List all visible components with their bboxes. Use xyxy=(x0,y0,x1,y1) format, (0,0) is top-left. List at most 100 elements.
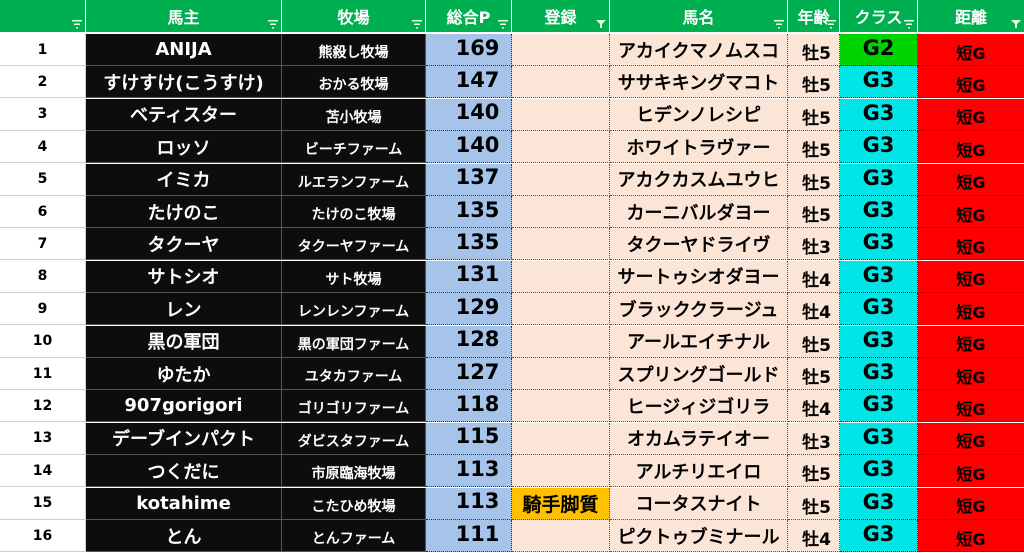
cell-farm[interactable]: ルエランファーム xyxy=(282,163,426,196)
cell-total-points[interactable]: 140 xyxy=(426,131,512,164)
cell-registration[interactable] xyxy=(512,163,610,196)
cell-registration[interactable] xyxy=(512,228,610,261)
cell-owner[interactable]: タクーヤ xyxy=(86,228,282,261)
cell-horse-name[interactable]: ブラッククラージュ xyxy=(610,293,788,326)
cell-horse-name[interactable]: カーニバルダヨー xyxy=(610,196,788,228)
cell-owner[interactable]: たけのこ xyxy=(86,196,282,228)
cell-owner[interactable]: サトシオ xyxy=(86,260,282,293)
cell-horse-name[interactable]: スプリングゴールド xyxy=(610,358,788,390)
cell-farm[interactable]: 市原臨海牧場 xyxy=(282,455,426,488)
cell-distance[interactable]: 短G xyxy=(918,390,1024,423)
cell-horse-name[interactable]: オカムラテイオー xyxy=(610,422,788,455)
cell-class[interactable]: G3 xyxy=(840,422,918,455)
cell-registration[interactable] xyxy=(512,422,610,455)
cell-class[interactable]: G3 xyxy=(840,260,918,293)
cell-distance[interactable]: 短G xyxy=(918,325,1024,358)
cell-farm[interactable]: ユタカファーム xyxy=(282,358,426,390)
cell-class[interactable]: G3 xyxy=(840,390,918,423)
cell-horse-name[interactable]: ヒージィジゴリラ xyxy=(610,390,788,423)
column-header-registration[interactable]: 登録 xyxy=(512,0,610,32)
cell-registration[interactable] xyxy=(512,260,610,293)
cell-distance[interactable]: 短G xyxy=(918,455,1024,488)
column-header-row-number[interactable] xyxy=(0,0,86,32)
cell-farm[interactable]: 熊殺し牧場 xyxy=(282,34,426,66)
cell-registration[interactable]: 騎手脚質 xyxy=(512,487,610,520)
cell-class[interactable]: G3 xyxy=(840,325,918,358)
cell-age[interactable]: 牡5 xyxy=(788,455,840,488)
cell-horse-name[interactable]: アカイクマノムスコ xyxy=(610,34,788,66)
cell-horse-name[interactable]: ピクトゥブミナール xyxy=(610,520,788,552)
cell-age[interactable]: 牡3 xyxy=(788,228,840,261)
filter-dropdown-icon[interactable] xyxy=(72,19,82,29)
cell-age[interactable]: 牡5 xyxy=(788,34,840,66)
cell-owner[interactable]: ゆたか xyxy=(86,358,282,390)
cell-total-points[interactable]: 135 xyxy=(426,228,512,261)
cell-distance[interactable]: 短G xyxy=(918,422,1024,455)
filter-active-icon[interactable] xyxy=(1011,19,1021,29)
cell-row-number[interactable]: 4 xyxy=(0,131,86,164)
cell-total-points[interactable]: 129 xyxy=(426,293,512,326)
cell-horse-name[interactable]: コータスナイト xyxy=(610,487,788,520)
cell-owner[interactable]: とん xyxy=(86,520,282,552)
column-header-class[interactable]: クラス xyxy=(840,0,918,32)
cell-row-number[interactable]: 13 xyxy=(0,422,86,455)
cell-owner[interactable]: ロッソ xyxy=(86,131,282,164)
cell-registration[interactable] xyxy=(512,131,610,164)
cell-farm[interactable]: サト牧場 xyxy=(282,260,426,293)
cell-distance[interactable]: 短G xyxy=(918,131,1024,164)
cell-total-points[interactable]: 137 xyxy=(426,163,512,196)
cell-class[interactable]: G3 xyxy=(840,131,918,164)
cell-owner[interactable]: 黒の軍団 xyxy=(86,325,282,358)
filter-dropdown-icon[interactable] xyxy=(268,19,278,29)
cell-distance[interactable]: 短G xyxy=(918,293,1024,326)
cell-row-number[interactable]: 11 xyxy=(0,358,86,390)
cell-registration[interactable] xyxy=(512,34,610,66)
cell-total-points[interactable]: 118 xyxy=(426,390,512,423)
cell-owner[interactable]: ベティスター xyxy=(86,98,282,131)
cell-total-points[interactable]: 140 xyxy=(426,98,512,131)
cell-age[interactable]: 牡5 xyxy=(788,325,840,358)
cell-farm[interactable]: ダビスタファーム xyxy=(282,422,426,455)
cell-age[interactable]: 牡5 xyxy=(788,98,840,131)
filter-dropdown-icon[interactable] xyxy=(498,19,508,29)
cell-age[interactable]: 牡4 xyxy=(788,293,840,326)
cell-registration[interactable] xyxy=(512,293,610,326)
filter-dropdown-icon[interactable] xyxy=(774,19,784,29)
cell-row-number[interactable]: 16 xyxy=(0,520,86,552)
cell-farm[interactable]: 苫小牧場 xyxy=(282,98,426,131)
cell-registration[interactable] xyxy=(512,358,610,390)
cell-farm[interactable]: レンレンファーム xyxy=(282,293,426,326)
cell-horse-name[interactable]: ホワイトラヴァー xyxy=(610,131,788,164)
cell-owner[interactable]: すけすけ(こうすけ) xyxy=(86,66,282,99)
cell-owner[interactable]: レン xyxy=(86,293,282,326)
column-header-distance[interactable]: 距離 xyxy=(918,0,1024,32)
cell-total-points[interactable]: 111 xyxy=(426,520,512,552)
cell-farm[interactable]: ゴリゴリファーム xyxy=(282,390,426,423)
cell-row-number[interactable]: 10 xyxy=(0,325,86,358)
cell-distance[interactable]: 短G xyxy=(918,487,1024,520)
cell-owner[interactable]: つくだに xyxy=(86,455,282,488)
cell-age[interactable]: 牡3 xyxy=(788,422,840,455)
cell-total-points[interactable]: 147 xyxy=(426,66,512,99)
cell-total-points[interactable]: 127 xyxy=(426,358,512,390)
cell-distance[interactable]: 短G xyxy=(918,66,1024,99)
cell-registration[interactable] xyxy=(512,66,610,99)
cell-age[interactable]: 牡4 xyxy=(788,260,840,293)
cell-owner[interactable]: kotahime xyxy=(86,487,282,520)
cell-row-number[interactable]: 15 xyxy=(0,487,86,520)
cell-owner[interactable]: ANIJA xyxy=(86,34,282,66)
cell-row-number[interactable]: 12 xyxy=(0,390,86,423)
cell-class[interactable]: G3 xyxy=(840,358,918,390)
cell-farm[interactable]: ビーチファーム xyxy=(282,131,426,164)
cell-age[interactable]: 牡5 xyxy=(788,131,840,164)
cell-registration[interactable] xyxy=(512,196,610,228)
cell-class[interactable]: G3 xyxy=(840,487,918,520)
cell-registration[interactable] xyxy=(512,98,610,131)
cell-registration[interactable] xyxy=(512,325,610,358)
cell-class[interactable]: G2 xyxy=(840,34,918,66)
cell-class[interactable]: G3 xyxy=(840,228,918,261)
cell-horse-name[interactable]: アカクカスムユウヒ xyxy=(610,163,788,196)
cell-farm[interactable]: とんファーム xyxy=(282,520,426,552)
cell-row-number[interactable]: 14 xyxy=(0,455,86,488)
cell-total-points[interactable]: 128 xyxy=(426,325,512,358)
